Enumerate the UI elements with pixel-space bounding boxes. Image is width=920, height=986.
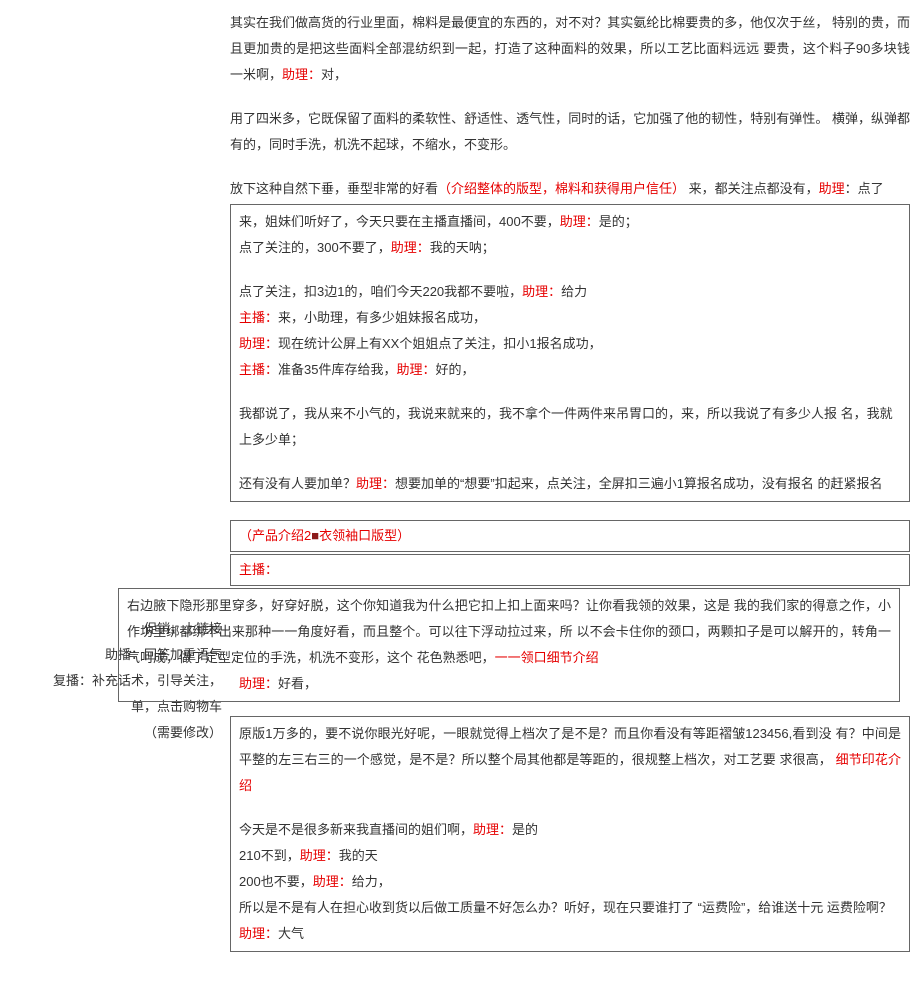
section-title: （产品介绍2■衣领袖口版型） (239, 528, 410, 543)
assistant-label: 助理： (300, 848, 339, 863)
host-label-box: 主播： (230, 554, 910, 586)
line: 所以是不是有人在担心收到货以后做工质量不好怎么办？听好，现在只要谁打了 “运费险… (239, 895, 901, 921)
line: 助理：好看， (127, 671, 891, 697)
line: 200也不要，助理：给力， (239, 869, 901, 895)
description-box: 右边腋下隐形那里穿多，好穿好脱，这个你知道我为什么把它扣上扣上面来吗？让你看我领… (118, 588, 900, 702)
assistant-label: 助理： (522, 284, 561, 299)
text: 来，都关注点都没有， (685, 181, 819, 196)
line: 我都说了，我从来不小气的，我说来就来的，我不拿个一件两件来吊胃口的，来，所以我说… (239, 401, 901, 453)
text: ：点了 (845, 181, 884, 196)
line: 今天是不是很多新来我直播间的姐们啊，助理：是的 (239, 817, 901, 843)
line: 助理：现在统计公屏上有XX个姐姐点了关注，扣小1报名成功， (239, 331, 901, 357)
line: 210不到，助理：我的天 (239, 843, 901, 869)
host-label: 主播： (239, 310, 278, 325)
intro-paragraph-2: 用了四米多，它既保留了面料的柔软性、舒适性、透气性，同时的话，它加强了他的韧性，… (230, 106, 910, 158)
note-text: 一一领口细节介绍 (495, 650, 599, 665)
assistant-label: 助理： (473, 822, 512, 837)
assistant-label: 助理： (313, 874, 352, 889)
line: 助理：大气 (239, 921, 901, 947)
line: 来，姐妹们听好了，今天只要在主播直播间，400不要，助理：是的； (239, 209, 901, 235)
line: 原版1万多的，要不说你眼光好呢，一眼就觉得上档次了是不是？而且你看没有等距褶皱1… (239, 721, 901, 799)
dialogue-box-1: 来，姐妹们听好了，今天只要在主播直播间，400不要，助理：是的； 点了关注的，3… (230, 204, 910, 502)
assistant-label: 助理 (819, 181, 845, 196)
host-label: 主播： (239, 362, 278, 377)
note-text: （介绍整体的版型，棉料和获得用户信任） (438, 181, 685, 196)
section-title-box: （产品介绍2■衣领袖口版型） (230, 520, 910, 552)
text: 放下这种自然下垂，垂型非常的好看 (230, 181, 438, 196)
assistant-label: 助理： (396, 362, 435, 377)
assistant-label: 助理： (239, 926, 278, 941)
assistant-label: 助理： (560, 214, 599, 229)
assistant-label: 助理： (356, 476, 395, 491)
line: 主播：来，小助理，有多少姐妹报名成功， (239, 305, 901, 331)
host-label: 主播： (239, 562, 278, 577)
line: 点了关注，扣3边1的，咱们今天220我都不要啦，助理：给力 (239, 279, 901, 305)
note-line: （需要修改） (0, 720, 222, 746)
dialogue-box-2: 原版1万多的，要不说你眼光好呢，一眼就觉得上档次了是不是？而且你看没有等距褶皱1… (230, 716, 910, 952)
text: 用了四米多，它既保留了面料的柔软性、舒适性、透气性，同时的话，它加强了他的韧性，… (230, 111, 910, 152)
intro-paragraph-3: 放下这种自然下垂，垂型非常的好看（介绍整体的版型，棉料和获得用户信任） 来，都关… (230, 176, 910, 202)
line: 点了关注的，300不要了，助理：我的天呐； (239, 235, 901, 261)
text: 对， (321, 67, 347, 82)
assistant-label: 助理： (239, 336, 278, 351)
intro-paragraph-1: 其实在我们做高货的行业里面，棉料是最便宜的东西的，对不对？其实氨纶比棉要贵的多，… (230, 10, 910, 88)
line: 还有没有人要加单？助理：想要加单的“想要”扣起来，点关注，全屏扣三遍小1算报名成… (239, 471, 901, 497)
assistant-label: 助理： (391, 240, 430, 255)
line: 右边腋下隐形那里穿多，好穿好脱，这个你知道我为什么把它扣上扣上面来吗？让你看我领… (127, 593, 891, 671)
assistant-label: 助理： (239, 676, 278, 691)
line: 主播：准备35件库存给我，助理：好的， (239, 357, 901, 383)
assistant-label: 助理： (282, 67, 321, 82)
